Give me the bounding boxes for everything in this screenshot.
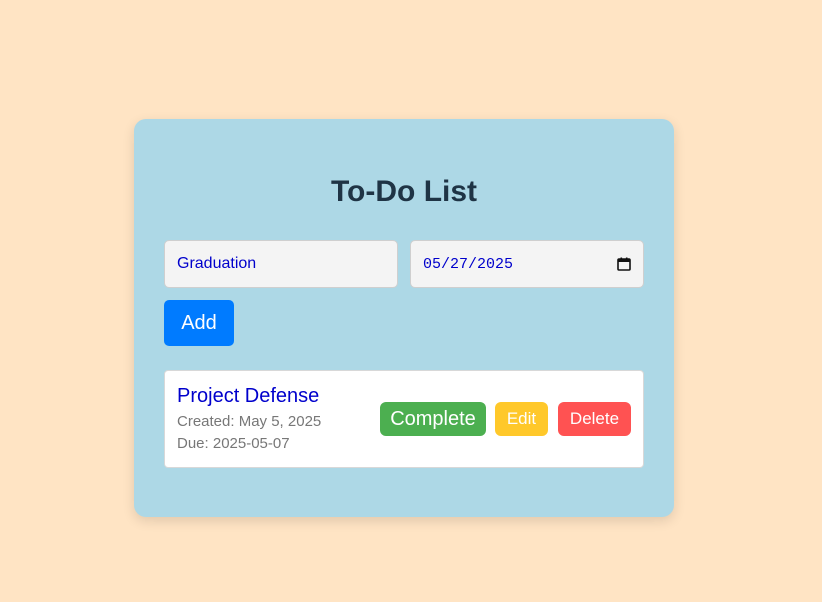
- page-title: To-Do List: [330, 175, 478, 208]
- task-input[interactable]: [164, 240, 398, 288]
- calendar-icon[interactable]: [617, 257, 631, 271]
- add-button[interactable]: Add: [164, 300, 234, 346]
- delete-button[interactable]: Delete: [558, 402, 631, 436]
- todo-item: Project Defense Created: May 5, 2025 Due…: [164, 370, 644, 468]
- due-date-value: 05/27/2025: [423, 255, 514, 273]
- due-date-input[interactable]: 05/27/2025: [410, 240, 644, 288]
- todo-due-date: Due: 2025-05-07: [177, 435, 290, 452]
- todo-created-date: Created: May 5, 2025: [177, 413, 322, 430]
- todo-card: To-Do List 05/27/2025 Add Project Defens…: [134, 119, 674, 517]
- todo-title: Project Defense: [177, 385, 320, 407]
- edit-button[interactable]: Edit: [495, 402, 548, 436]
- complete-button[interactable]: Complete: [380, 402, 486, 436]
